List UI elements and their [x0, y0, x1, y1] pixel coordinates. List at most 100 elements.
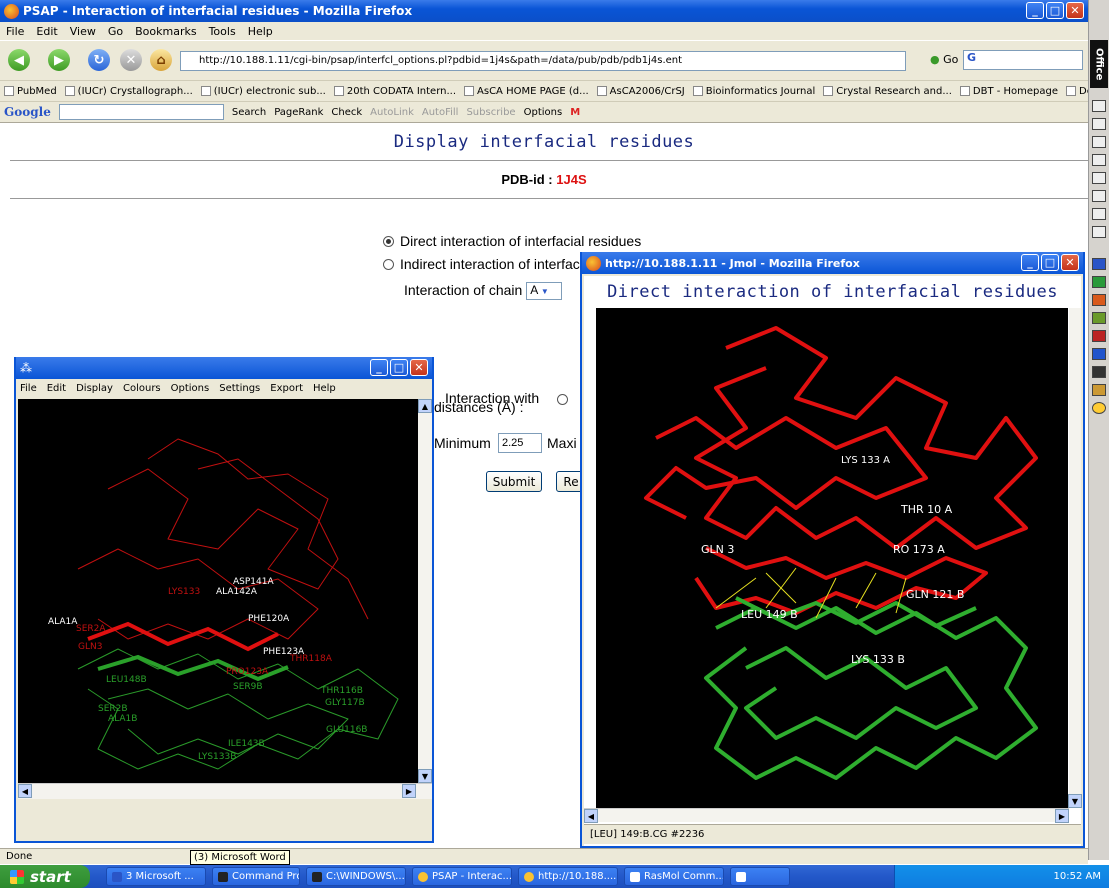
- bookmark-item[interactable]: AsCA2006/CrSJ: [596, 86, 685, 97]
- office-icon[interactable]: [1092, 208, 1106, 220]
- pagerank-indicator[interactable]: PageRank: [274, 107, 323, 118]
- google-logo[interactable]: Google: [4, 105, 51, 119]
- office-icon[interactable]: [1092, 190, 1106, 202]
- powerpoint-icon[interactable]: [1092, 294, 1106, 306]
- office-icon[interactable]: [1092, 226, 1106, 238]
- bookmark-item[interactable]: (IUCr) Crystallograph...: [64, 86, 193, 97]
- scroll-left-icon[interactable]: ◀: [584, 809, 598, 823]
- outlook-icon[interactable]: [1092, 348, 1106, 360]
- back-icon[interactable]: ◀: [8, 49, 30, 71]
- word-icon[interactable]: [1092, 258, 1106, 270]
- menu-help[interactable]: Help: [248, 25, 273, 38]
- rasmol-menu-settings[interactable]: Settings: [219, 383, 260, 394]
- office-icon[interactable]: [1092, 154, 1106, 166]
- maximize-button[interactable]: □: [1046, 2, 1064, 19]
- jmol-vertical-scrollbar[interactable]: ▼: [1068, 308, 1082, 808]
- minimize-button[interactable]: _: [1026, 2, 1044, 19]
- bookmark-item[interactable]: Crystal Research and...: [823, 86, 952, 97]
- tray-clock[interactable]: 10:52 AM: [1054, 871, 1101, 882]
- browser-title-bar[interactable]: PSAP - Interaction of interfacial residu…: [0, 0, 1088, 22]
- jmol-title-bar[interactable]: http://10.188.1.11 - Jmol - Mozilla Fire…: [582, 252, 1083, 274]
- rasmol-vertical-scrollbar[interactable]: ▲ ▼: [418, 399, 432, 783]
- rasmol-menu-help[interactable]: Help: [313, 383, 336, 394]
- bookmark-item[interactable]: DBT - Homepage: [959, 86, 1058, 97]
- home-icon[interactable]: ⌂: [150, 49, 172, 71]
- task-windows-cmd[interactable]: C:\WINDOWS\...: [306, 867, 406, 886]
- jmol-molecule-viewer[interactable]: LYS 133 A GLN 3 THR 10 A RO 173 A LEU 14…: [596, 308, 1068, 808]
- task-command[interactable]: Command Pro...: [212, 867, 300, 886]
- maximize-button[interactable]: □: [1041, 254, 1059, 271]
- menu-file[interactable]: File: [6, 25, 24, 38]
- gmail-icon[interactable]: M: [570, 107, 580, 118]
- bookmark-item[interactable]: Bioinformatics Journal: [692, 86, 815, 97]
- office-icon[interactable]: [1092, 172, 1106, 184]
- radio-direct[interactable]: [383, 235, 394, 247]
- rasmol-title-bar[interactable]: ⁂ _ □ ✕: [16, 357, 432, 379]
- minimize-button[interactable]: _: [370, 359, 388, 376]
- command-icon[interactable]: [1092, 366, 1106, 378]
- firefox-shortcut-icon[interactable]: [1092, 402, 1106, 414]
- start-button[interactable]: start: [0, 865, 90, 888]
- rasmol-menu-file[interactable]: File: [20, 383, 37, 394]
- forward-icon[interactable]: ▶: [48, 49, 70, 71]
- menu-edit[interactable]: Edit: [36, 25, 57, 38]
- bookmark-item[interactable]: (IUCr) electronic sub...: [200, 86, 326, 97]
- google-toolbar-search-input[interactable]: [58, 104, 224, 120]
- autolink-button[interactable]: AutoLink: [370, 107, 414, 118]
- office-icon[interactable]: [1092, 136, 1106, 148]
- rasmol-menu-options[interactable]: Options: [171, 383, 210, 394]
- bookmark-item[interactable]: 20th CODATA Intern...: [333, 86, 456, 97]
- task-jmol[interactable]: http://10.188....: [518, 867, 618, 886]
- publisher-icon[interactable]: [1092, 312, 1106, 324]
- stop-icon[interactable]: ✕: [120, 49, 142, 71]
- reload-icon[interactable]: ↻: [88, 49, 110, 71]
- jmol-horizontal-scrollbar[interactable]: ◀ ▶: [584, 808, 1069, 823]
- go-button[interactable]: ● Go: [930, 53, 958, 66]
- task-psap[interactable]: PSAP - Interac...: [412, 867, 512, 886]
- rasmol-menu-export[interactable]: Export: [270, 383, 303, 394]
- radio-direct-option[interactable]: Direct interaction of interfacial residu…: [383, 233, 641, 249]
- url-input[interactable]: http://10.188.1.11/cgi-bin/psap/interfcl…: [180, 51, 906, 71]
- scroll-right-icon[interactable]: ▶: [402, 784, 416, 798]
- spell-check-button[interactable]: Check: [331, 107, 362, 118]
- task-word[interactable]: 3 Microsoft ...: [106, 867, 206, 886]
- task-rasmol-window[interactable]: [730, 867, 790, 886]
- rasmol-menu-colours[interactable]: Colours: [123, 383, 161, 394]
- close-button[interactable]: ✕: [410, 359, 428, 376]
- close-button[interactable]: ✕: [1061, 254, 1079, 271]
- office-icon[interactable]: [1092, 118, 1106, 130]
- excel-icon[interactable]: [1092, 276, 1106, 288]
- autofill-button[interactable]: AutoFill: [422, 107, 459, 118]
- bookmark-item[interactable]: PubMed: [4, 86, 57, 97]
- maximize-button[interactable]: □: [390, 359, 408, 376]
- subscribe-button[interactable]: Subscribe: [466, 107, 515, 118]
- rasmol-menu-display[interactable]: Display: [76, 383, 113, 394]
- rasmol-menu-edit[interactable]: Edit: [47, 383, 66, 394]
- menu-go[interactable]: Go: [108, 25, 123, 38]
- radio-indirect[interactable]: [383, 258, 394, 270]
- menu-view[interactable]: View: [70, 25, 96, 38]
- access-icon[interactable]: [1092, 330, 1106, 342]
- chain-select[interactable]: A ▼: [526, 282, 563, 301]
- scroll-down-icon[interactable]: ▼: [418, 769, 432, 783]
- scroll-left-icon[interactable]: ◀: [18, 784, 32, 798]
- close-button[interactable]: ✕: [1066, 2, 1084, 19]
- office-icon[interactable]: [1092, 100, 1106, 112]
- bookmark-item[interactable]: AsCA HOME PAGE (d...: [464, 86, 589, 97]
- menu-bookmarks[interactable]: Bookmarks: [135, 25, 196, 38]
- bookmark-item[interactable]: Depth Program: [1066, 86, 1088, 97]
- rasmol-molecule-viewer[interactable]: ASP141A ALA142A LYS133 ALA1A SER2A PHE12…: [18, 399, 418, 783]
- google-search-box[interactable]: G: [963, 50, 1083, 70]
- submit-button[interactable]: Submit: [486, 471, 542, 492]
- minimum-input[interactable]: [498, 433, 542, 453]
- tool-icon[interactable]: [1092, 384, 1106, 396]
- radio-interaction-with[interactable]: [557, 393, 569, 405]
- scroll-right-icon[interactable]: ▶: [1055, 809, 1069, 823]
- scroll-up-icon[interactable]: ▲: [418, 399, 432, 413]
- scroll-down-icon[interactable]: ▼: [1068, 794, 1082, 808]
- menu-tools[interactable]: Tools: [209, 25, 236, 38]
- minimize-button[interactable]: _: [1021, 254, 1039, 271]
- options-button[interactable]: Options: [524, 107, 563, 118]
- google-search-button[interactable]: Search: [232, 107, 266, 118]
- rasmol-horizontal-scrollbar[interactable]: ◀ ▶: [18, 783, 432, 799]
